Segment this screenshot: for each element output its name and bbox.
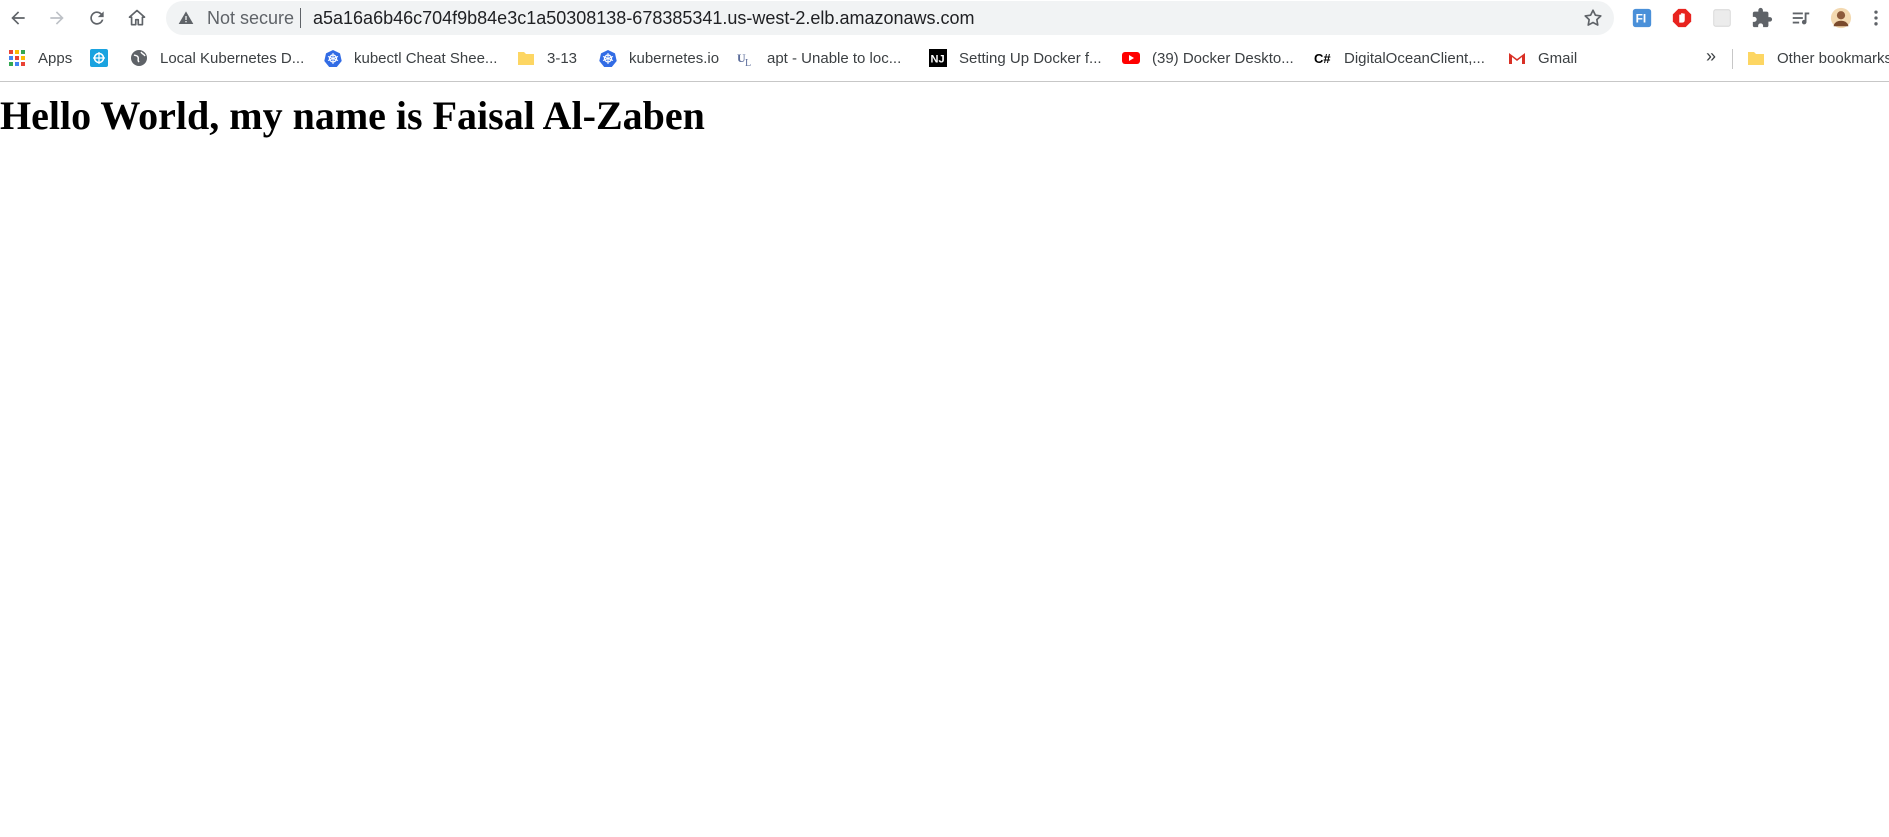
warning-icon	[178, 11, 194, 24]
url-text[interactable]: a5a16a6b46c704f9b84e3c1a50308138-6783853…	[313, 8, 975, 29]
bookmark-label: Gmail	[1538, 49, 1578, 67]
blank-extension-icon[interactable]	[1709, 5, 1735, 31]
bookmark-label: 3-13	[547, 49, 578, 67]
browser-toolbar: Not secure a5a16a6b46c704f9b84e3c1a50308…	[0, 0, 1889, 36]
kubernetes-d-icon	[90, 49, 108, 67]
bookmark-kubernetes-io[interactable]: kubernetes.io	[599, 46, 719, 70]
svg-text:C#: C#	[1314, 51, 1331, 66]
bookmark-kubernetes-d-favicon[interactable]	[90, 46, 120, 70]
nj-icon: NJ	[929, 49, 947, 67]
bookmark-label: kubectl Cheat Shee...	[354, 49, 498, 67]
star-icon[interactable]	[1582, 7, 1604, 29]
bookmark-apt[interactable]: UL apt - Unable to loc...	[737, 46, 901, 70]
media-icon[interactable]	[1788, 5, 1814, 31]
home-icon	[128, 9, 146, 26]
bookmark-label: Apps	[38, 49, 73, 67]
bookmark-label: apt - Unable to loc...	[767, 49, 902, 67]
bookmark-kubectl[interactable]: kubectl Cheat Shee...	[324, 46, 497, 70]
bookmark-label: kubernetes.io	[629, 49, 720, 67]
bookmark-label: (39) Docker Deskto...	[1152, 49, 1294, 67]
fi-extension-icon[interactable]: FI	[1629, 5, 1655, 31]
youtube-icon	[1122, 49, 1140, 67]
back-button[interactable]	[3, 3, 33, 33]
browser-chrome: Not secure a5a16a6b46c704f9b84e3c1a50308…	[0, 0, 1889, 82]
avatar[interactable]	[1828, 5, 1854, 31]
folder-icon	[1747, 49, 1765, 67]
svg-text:FI: FI	[1636, 12, 1647, 26]
folder-icon	[517, 49, 535, 67]
menu-icon[interactable]	[1866, 5, 1886, 31]
arrow-right-icon	[50, 11, 64, 25]
page-heading: Hello World, my name is Faisal Al-Zaben	[0, 93, 705, 138]
omnibox-divider	[300, 8, 301, 28]
bookmark-apps[interactable]: Apps	[8, 46, 72, 70]
bookmarks-divider	[1732, 49, 1733, 69]
kubernetes-icon	[324, 49, 342, 67]
bookmarks-bar: Apps Local Kubernetes D... kubectl Cheat…	[0, 44, 1889, 72]
bookmark-setting-up-docker[interactable]: NJ Setting Up Docker f...	[929, 46, 1102, 70]
gmail-icon	[1508, 49, 1526, 67]
kubernetes-icon	[599, 49, 617, 67]
adblock-icon[interactable]	[1669, 5, 1695, 31]
security-label[interactable]: Not secure	[207, 8, 294, 29]
apps-grid-icon	[8, 49, 26, 67]
bookmark-gmail[interactable]: Gmail	[1508, 46, 1577, 70]
puzzle-icon[interactable]	[1749, 5, 1775, 31]
bookmark-digitaloceanclient[interactable]: C# DigitalOceanClient,...	[1314, 46, 1485, 70]
bookmark-local-kubernetes[interactable]: Local Kubernetes D...	[130, 46, 304, 70]
reload-button[interactable]	[82, 3, 112, 33]
address-bar[interactable]: Not secure a5a16a6b46c704f9b84e3c1a50308…	[166, 1, 1614, 35]
ul-icon: UL	[737, 49, 755, 67]
other-bookmarks[interactable]: Other bookmarks	[1747, 46, 1889, 70]
bookmark-label: Setting Up Docker f...	[959, 49, 1102, 67]
forward-button[interactable]	[42, 3, 72, 33]
globe-icon	[130, 49, 148, 67]
reload-icon	[90, 11, 104, 25]
home-button[interactable]	[122, 3, 152, 33]
other-bookmarks-label: Other bookmarks	[1777, 49, 1889, 67]
bookmark-label: Local Kubernetes D...	[160, 49, 305, 67]
bookmark-3-13[interactable]: 3-13	[517, 46, 577, 70]
bookmark-docker-desktop[interactable]: (39) Docker Deskto...	[1122, 46, 1294, 70]
svg-text:L: L	[745, 58, 751, 67]
svg-text:NJ: NJ	[931, 54, 945, 66]
bookmark-label: DigitalOceanClient,...	[1344, 49, 1485, 67]
csharp-icon: C#	[1314, 49, 1332, 67]
bookmarks-overflow-chevron-icon[interactable]: »	[1706, 46, 1716, 67]
arrow-left-icon	[11, 11, 25, 25]
